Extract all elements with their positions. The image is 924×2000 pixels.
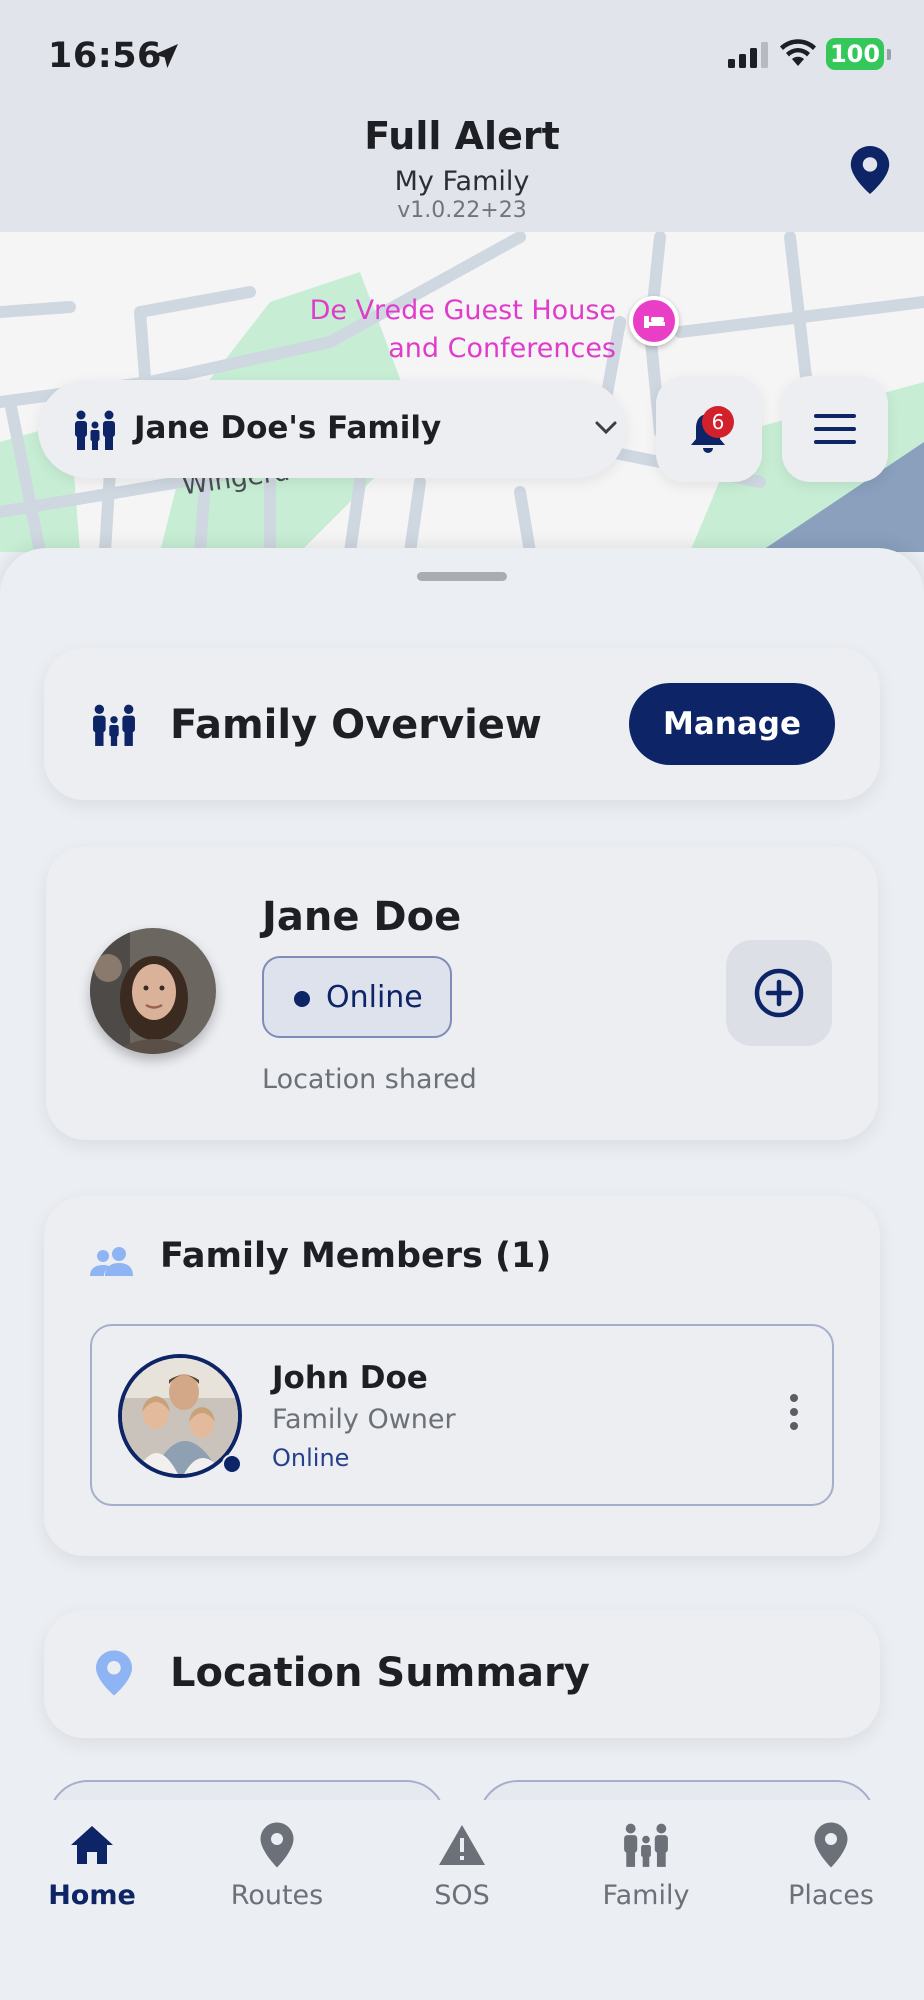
nav-home[interactable]: Home (0, 1820, 184, 1950)
location-pin-icon (96, 1650, 132, 1696)
battery-indicator: 100 (826, 38, 891, 70)
family-members-card: Family Members (1) John Doe Family Owner… (44, 1196, 880, 1556)
nav-label: Routes (230, 1880, 324, 1911)
add-member-button[interactable] (726, 940, 832, 1046)
family-icon (624, 1823, 668, 1867)
list-item[interactable]: John Doe Family Owner Online (90, 1324, 834, 1506)
location-pin-icon[interactable] (850, 146, 890, 194)
menu-button[interactable] (782, 376, 888, 482)
hotel-marker-icon[interactable] (629, 296, 679, 346)
app-title: Full Alert (364, 114, 560, 158)
app-subtitle: My Family (394, 166, 530, 197)
add-circle-icon (754, 968, 804, 1018)
family-overview-title: Family Overview (170, 702, 542, 748)
notification-count-badge: 6 (702, 406, 734, 438)
status-label: Online (326, 980, 423, 1015)
family-icon (75, 410, 115, 450)
status-time: 16:56 (48, 36, 162, 76)
home-icon (71, 1826, 113, 1864)
status-bar: 16:56 100 (0, 0, 924, 110)
nav-routes[interactable]: Routes (185, 1820, 369, 1950)
nav-label: Family (602, 1880, 690, 1911)
status-badge: Online (262, 956, 452, 1038)
family-selector-label: Jane Doe's Family (134, 410, 442, 446)
nav-label: Places (788, 1880, 874, 1911)
manage-button[interactable]: Manage (629, 683, 835, 765)
location-summary-card: Location Summary (44, 1610, 880, 1738)
family-selector[interactable]: Jane Doe's Family (38, 380, 626, 478)
user-name: Jane Doe (262, 894, 462, 940)
current-user-card: Jane Doe Online Location shared (46, 846, 878, 1140)
family-overview-card: Family Overview Manage (44, 648, 880, 800)
pin-icon (814, 1822, 848, 1868)
nav-places[interactable]: Places (739, 1820, 923, 1950)
nav-label: SOS (434, 1880, 490, 1911)
sheet-drag-handle[interactable] (417, 572, 507, 581)
member-name: John Doe (272, 1360, 428, 1396)
wifi-icon (780, 39, 816, 66)
member-role: Family Owner (272, 1404, 456, 1435)
app-header: Full Alert My Family v1.0.22+23 (0, 110, 924, 232)
location-arrow-icon (154, 44, 178, 68)
bottom-navigation: Home Routes SOS Family Places (0, 1800, 924, 2000)
warning-icon (439, 1825, 485, 1865)
nav-sos[interactable]: SOS (370, 1820, 554, 1950)
more-vertical-icon[interactable] (788, 1392, 800, 1432)
location-status-text: Location shared (262, 1064, 477, 1095)
bottom-sheet[interactable]: Family Overview Manage Jane Doe Online L… (0, 548, 924, 1808)
online-indicator (222, 1454, 242, 1474)
family-icon (93, 704, 135, 746)
member-status: Online (272, 1444, 350, 1472)
status-dot (294, 991, 310, 1007)
nav-family[interactable]: Family (554, 1820, 738, 1950)
family-members-title: Family Members (1) (160, 1236, 552, 1276)
nav-label: Home (48, 1880, 136, 1911)
app-version: v1.0.22+23 (397, 198, 527, 223)
group-icon (90, 1247, 133, 1276)
chevron-down-icon (595, 421, 617, 435)
hamburger-menu-icon (814, 414, 856, 444)
location-summary-title: Location Summary (170, 1650, 590, 1696)
poi-label[interactable]: De Vrede Guest House and Conferences (290, 292, 616, 368)
cellular-signal-icon (728, 42, 768, 68)
pin-icon (260, 1822, 294, 1868)
avatar[interactable] (90, 928, 216, 1054)
